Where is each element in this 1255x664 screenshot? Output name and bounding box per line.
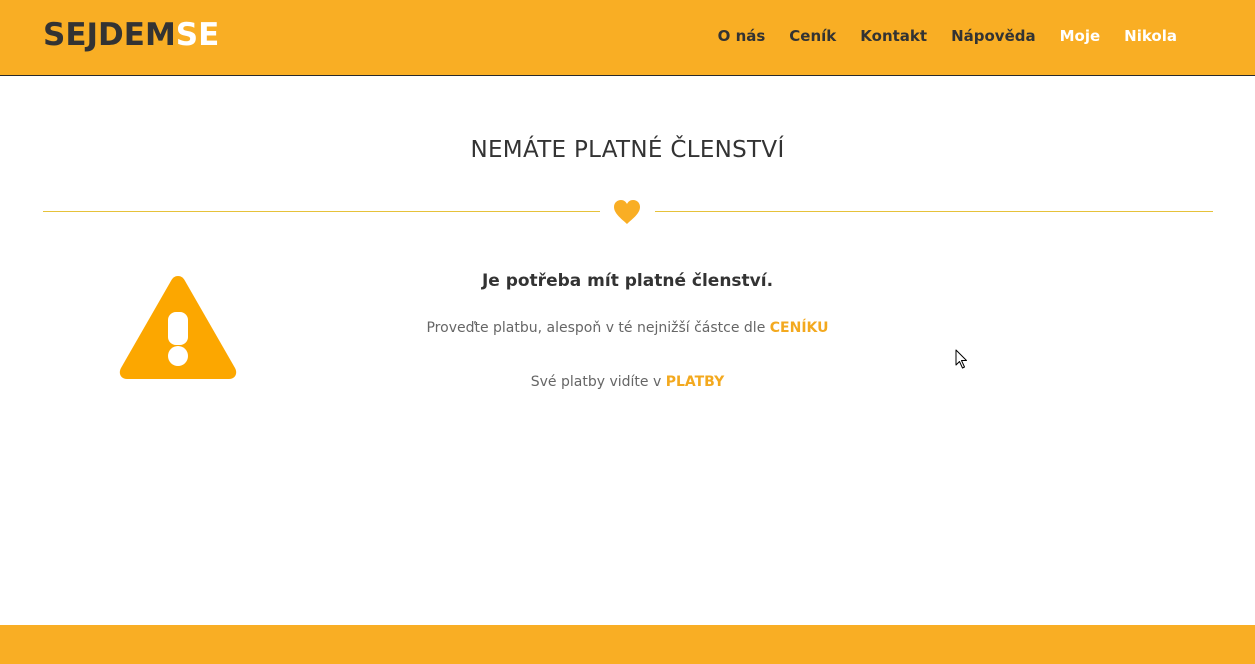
mouse-cursor-icon <box>955 349 967 369</box>
logo-part-light: SE <box>175 17 220 53</box>
payments-info: Své platby vidíte v PLATBY <box>0 372 1255 392</box>
nav-contact[interactable]: Kontakt <box>860 25 927 47</box>
nav-pricing[interactable]: Ceník <box>789 25 836 47</box>
nav-user[interactable]: Nikola <box>1124 25 1177 47</box>
site-footer <box>0 625 1255 664</box>
heart-icon <box>614 200 640 224</box>
divider-line-right <box>655 211 1213 212</box>
payment-instruction: Proveďte platbu, alespoň v té nejnižší č… <box>0 318 1255 338</box>
site-logo[interactable]: SEJDEMSE <box>43 15 219 55</box>
nav-help[interactable]: Nápověda <box>951 25 1036 47</box>
payments-info-text: Své platby vidíte v <box>530 374 666 390</box>
main-nav: O nás Ceník Kontakt Nápověda Moje Nikola <box>694 25 1177 47</box>
payments-link[interactable]: PLATBY <box>666 374 725 390</box>
message-heading: Je potřeba mít platné členství. <box>481 271 774 291</box>
logo-part-dark: SEJDEM <box>43 17 176 53</box>
page-title: NEMÁTE PLATNÉ ČLENSTVÍ <box>470 137 785 163</box>
pricing-link[interactable]: CENÍKU <box>770 320 829 336</box>
nav-my[interactable]: Moje <box>1060 25 1101 47</box>
payment-instruction-text: Proveďte platbu, alespoň v té nejnižší č… <box>426 320 770 336</box>
site-header: SEJDEMSE O nás Ceník Kontakt Nápověda Mo… <box>0 0 1255 76</box>
divider-line-left <box>43 211 600 212</box>
nav-about[interactable]: O nás <box>718 25 766 47</box>
